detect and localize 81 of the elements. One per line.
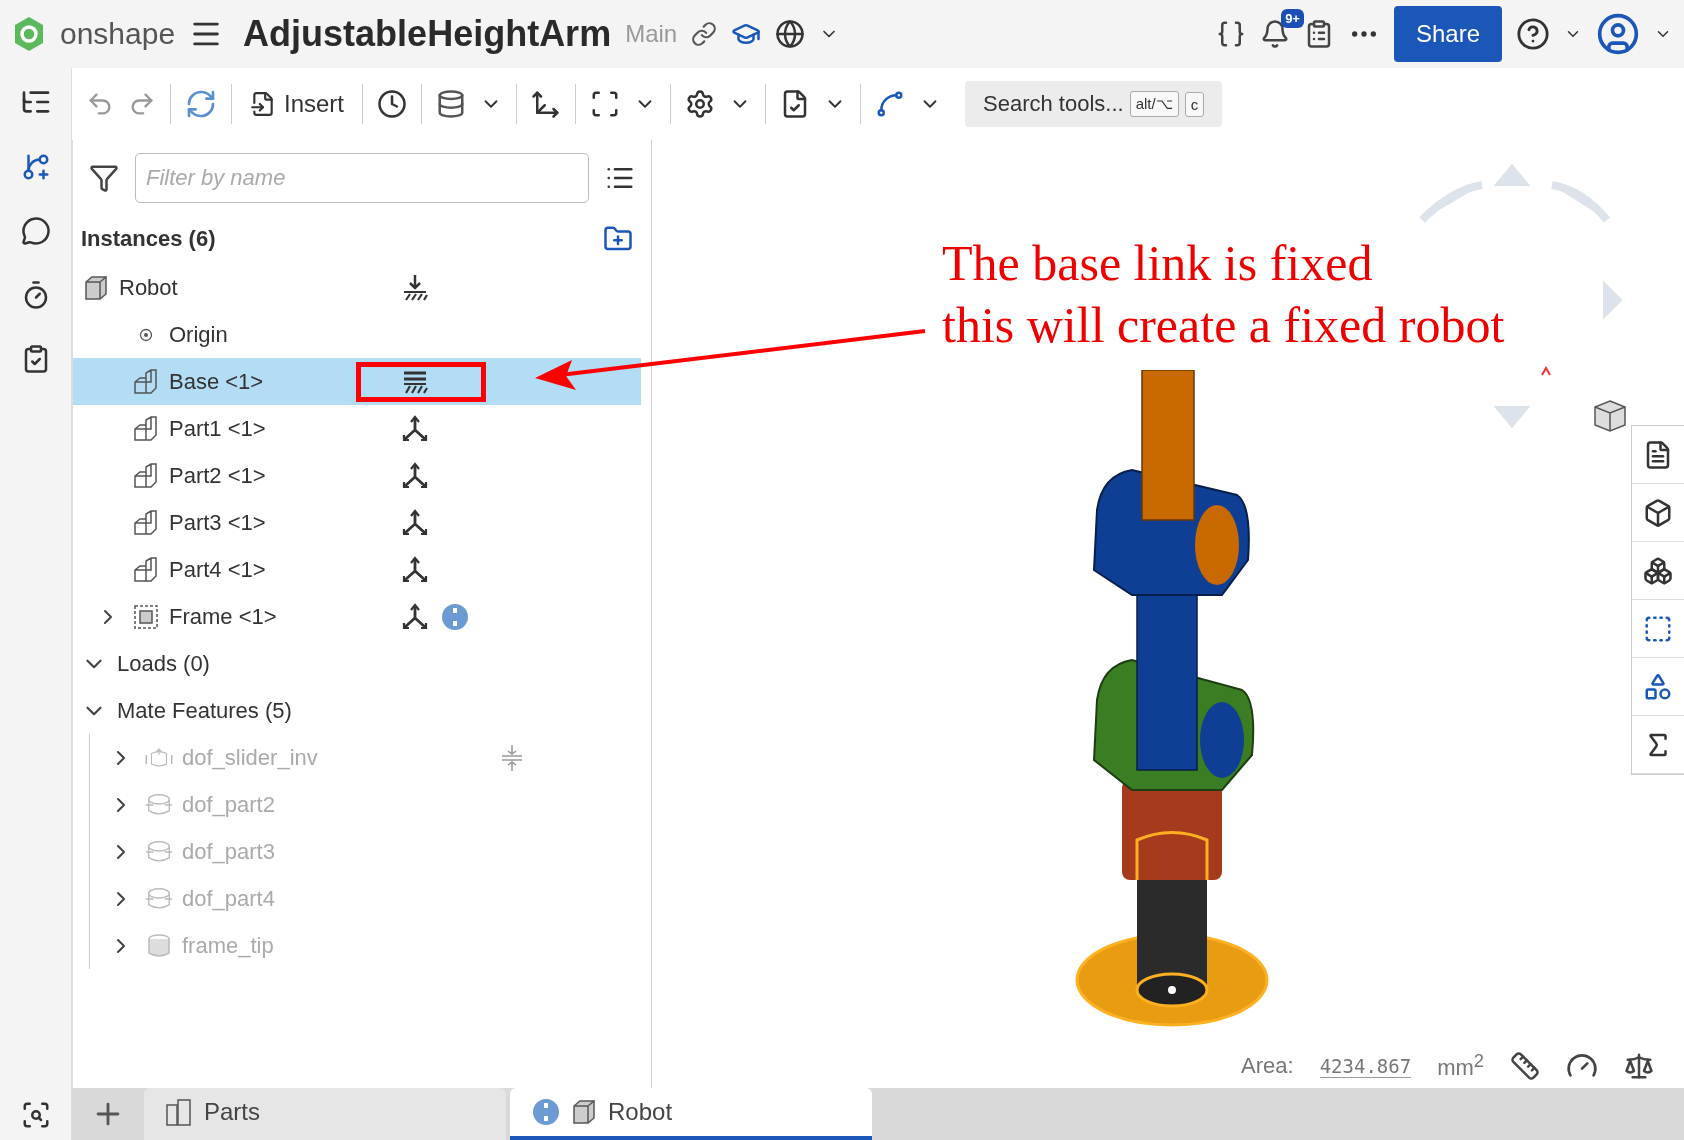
measurement-label: Area: [1241, 1053, 1294, 1079]
filter-icon[interactable] [89, 163, 119, 193]
cylinder-icon [145, 931, 173, 960]
instance-row[interactable]: Part4 <1> [73, 546, 641, 593]
assembly-icon [570, 1098, 598, 1126]
tripod-icon [401, 555, 429, 584]
gears-icon[interactable] [685, 89, 716, 119]
mate-name: dof_slider_inv [182, 744, 318, 771]
instance-name: Part1 <1> [169, 415, 266, 442]
section-title: Loads (0) [117, 650, 210, 677]
part-studio-icon [164, 1097, 194, 1127]
notification-badge: 9+ [1281, 9, 1304, 28]
clock-icon[interactable] [377, 89, 408, 119]
parts-icon [1643, 555, 1673, 586]
regenerate-icon[interactable] [185, 88, 217, 120]
section-title: Mate Features (5) [117, 697, 292, 724]
logo-text: onshape [60, 17, 176, 51]
filter-field[interactable]: Filter by name [135, 153, 589, 203]
annotation-text: The base link is fixed this will create a fixed robot [942, 234, 1505, 355]
globe-icon[interactable] [775, 19, 806, 49]
link-icon[interactable] [691, 21, 718, 47]
insert-button[interactable]: Insert [246, 86, 349, 122]
info-badge-icon [532, 1098, 560, 1126]
scale-icon[interactable] [1624, 1051, 1654, 1081]
share-button[interactable]: Share [1393, 6, 1502, 62]
document-title: AdjustableHeightArm [243, 13, 612, 55]
cylinder-stack-icon[interactable] [436, 89, 467, 119]
instance-name: Origin [169, 321, 228, 348]
cube-icon [1643, 497, 1673, 528]
instance-row[interactable]: Part2 <1> [73, 452, 641, 499]
subassembly-icon [132, 602, 160, 631]
mate-name: dof_part2 [182, 791, 275, 818]
instance-name: Frame <1> [169, 603, 277, 630]
instance-name: Part2 <1> [169, 462, 266, 489]
instance-name: Base <1> [169, 368, 264, 395]
section-header[interactable]: Mate Features (5) [73, 687, 641, 734]
tripod-icon [401, 414, 429, 443]
assembly-icon [82, 273, 110, 302]
part-icon [132, 555, 160, 584]
origin-icon [139, 327, 153, 342]
info-badge-icon [441, 602, 469, 631]
section-header[interactable]: Loads (0) [73, 640, 641, 687]
tripod-icon [401, 461, 429, 490]
part-icon [132, 414, 160, 443]
insert-node-icon[interactable] [20, 152, 51, 182]
instance-row[interactable]: Part3 <1> [73, 499, 641, 546]
document-tab[interactable]: Parts [144, 1088, 506, 1140]
fixed-ground-icon [401, 272, 429, 303]
document-tab[interactable]: Robot [510, 1088, 872, 1140]
frame-icon[interactable] [590, 89, 621, 119]
search-tools-field[interactable]: Search tools... alt/⌥ c [965, 81, 1223, 127]
shortcut-key: c [1184, 91, 1205, 117]
mate-name: dof_part4 [182, 885, 275, 912]
instance-row[interactable]: Robot [73, 264, 641, 311]
instance-name: Robot [119, 274, 178, 301]
measurement-value[interactable]: 4234.867 [1319, 1054, 1412, 1078]
part-icon [132, 508, 160, 537]
instance-row[interactable]: Base <1> [73, 358, 641, 405]
instance-row[interactable]: Part1 <1> [73, 405, 641, 452]
measuring-tape-icon[interactable] [1510, 1051, 1540, 1081]
instance-name: Part3 <1> [169, 509, 266, 536]
instance-name: Part4 <1> [169, 556, 266, 583]
view-cube-icon[interactable] [1592, 398, 1628, 434]
insert-icon [250, 91, 276, 117]
limits-icon [500, 742, 524, 773]
tripod-icon [401, 508, 429, 537]
help-icon[interactable] [1516, 17, 1550, 51]
logo-icon [12, 15, 46, 53]
mate-name: dof_part3 [182, 838, 275, 865]
instances-title: Instances (6) [81, 226, 216, 252]
avatar-icon[interactable] [1596, 12, 1640, 56]
comment-icon[interactable] [20, 216, 51, 246]
part-icon [132, 461, 160, 490]
shapes-icon [1643, 671, 1673, 702]
tripod-icon [401, 602, 429, 631]
mate-name: frame_tip [182, 932, 274, 959]
part-icon [132, 367, 160, 396]
shortcut-key: alt/⌥ [1129, 91, 1179, 117]
instance-row[interactable]: Origin [73, 311, 641, 358]
measurement-unit: mm$^{2}$ [1437, 1050, 1484, 1082]
instance-row[interactable]: Frame <1> [73, 593, 641, 640]
